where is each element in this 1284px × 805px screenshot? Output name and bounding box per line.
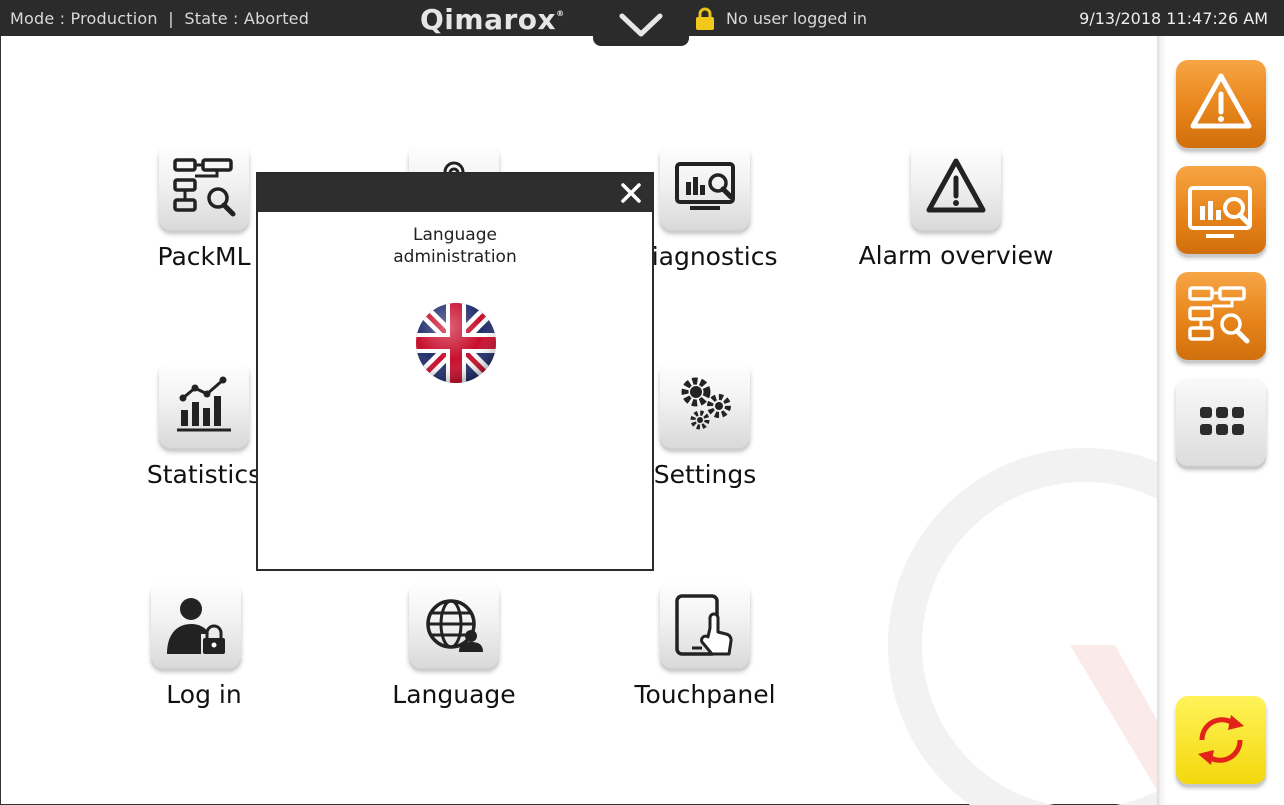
dialog-header	[258, 174, 652, 212]
diagnostics-monitor-icon	[675, 162, 735, 210]
close-icon[interactable]	[614, 176, 648, 210]
statistics-tile-button[interactable]	[159, 362, 249, 448]
touchpanel-tile-button[interactable]	[660, 582, 750, 668]
diagnostics-tile-button[interactable]	[660, 144, 750, 230]
alarm-overview-label: Alarm overview	[858, 241, 1054, 270]
packml-tile-button[interactable]	[159, 144, 249, 230]
language-administration-dialog: Language administration	[256, 172, 654, 571]
warning-icon	[926, 158, 986, 213]
qimarox-logo: Qimarox®	[420, 3, 565, 36]
refresh-cycle-icon	[1198, 715, 1244, 765]
sidebar-diagnostics-button[interactable]	[1176, 166, 1266, 254]
date-time-display: 9/13/2018 11:47:26 AM	[1079, 9, 1268, 28]
language-tile-button[interactable]	[409, 582, 499, 668]
login-tile-button[interactable]	[151, 582, 241, 668]
uk-flag-icon[interactable]	[415, 302, 497, 384]
packml-flowchart-icon	[1188, 286, 1250, 344]
settings-tile-button[interactable]	[660, 362, 750, 448]
alarm-overview-tile-button[interactable]	[911, 144, 1001, 230]
dialog-title: Language administration	[393, 225, 517, 267]
chevron-down-icon	[619, 13, 663, 37]
sidebar-packml-button[interactable]	[1176, 272, 1266, 360]
language-label: Language	[392, 680, 516, 709]
gears-icon	[681, 377, 731, 430]
statistics-chart-icon	[177, 376, 231, 432]
warning-icon	[1190, 73, 1252, 129]
user-status-text[interactable]: No user logged in	[726, 9, 867, 28]
login-label: Log in	[166, 680, 242, 709]
tablet-touch-icon	[675, 594, 733, 656]
diagnostics-monitor-icon	[1188, 186, 1252, 238]
sidebar-more-button[interactable]	[1176, 378, 1266, 466]
mode-state-text: Mode : Production | State : Aborted	[10, 9, 310, 28]
sidebar-refresh-button[interactable]	[1176, 696, 1266, 784]
more-apps-icon	[1200, 407, 1244, 435]
globe-user-icon	[426, 599, 483, 652]
lock-icon	[696, 7, 714, 30]
qimarox-watermark	[888, 448, 1157, 805]
touchpanel-label: Touchpanel	[634, 680, 776, 709]
sidebar-alarm-button[interactable]	[1176, 60, 1266, 148]
user-lock-icon	[167, 598, 225, 654]
packml-flowchart-icon	[173, 158, 236, 217]
dropdown-tab[interactable]	[593, 0, 689, 46]
